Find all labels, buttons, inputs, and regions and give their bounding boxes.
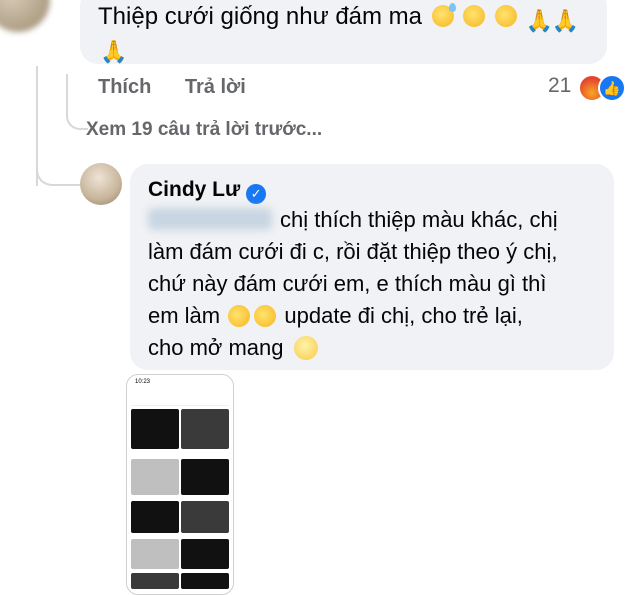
grinning-sweat-emoji-icon bbox=[431, 3, 456, 27]
reaction-count[interactable]: 21 bbox=[548, 74, 571, 98]
product-image bbox=[181, 501, 229, 533]
view-previous-replies-link[interactable]: Xem 19 câu trả lời trước... bbox=[86, 119, 322, 141]
comment-text: Thiệp cưới giống như đám ma 🙏🙏 🙏 bbox=[98, 1, 580, 64]
product-image bbox=[131, 459, 179, 495]
author-name[interactable]: Cindy Lư ✓ bbox=[148, 178, 267, 204]
pray-emoji-icon: 🙏 bbox=[525, 8, 554, 33]
product-image bbox=[181, 539, 229, 569]
avatar[interactable] bbox=[80, 163, 122, 205]
product-image bbox=[131, 501, 179, 533]
reply-connector bbox=[66, 74, 88, 130]
blurred-mention bbox=[148, 208, 272, 230]
like-icon: 👍 bbox=[598, 74, 626, 102]
phone-search-header bbox=[131, 391, 229, 406]
rofl-emoji-icon bbox=[250, 301, 280, 331]
reply-text: chị thích thiệp màu khác, chị làm đám cư… bbox=[148, 207, 558, 360]
product-image bbox=[131, 539, 179, 569]
attached-screenshot[interactable]: 10:23 bbox=[126, 374, 234, 595]
product-image bbox=[131, 409, 179, 449]
pray-emoji-icon: 🙏 bbox=[100, 39, 128, 64]
avatar[interactable] bbox=[0, 0, 50, 32]
product-image bbox=[181, 409, 229, 449]
reply-button[interactable]: Trả lời bbox=[185, 76, 246, 98]
product-image bbox=[181, 573, 229, 589]
product-image bbox=[181, 459, 229, 495]
product-image bbox=[131, 573, 179, 589]
slight-smile-emoji-icon bbox=[293, 336, 318, 360]
rofl-emoji-icon bbox=[224, 301, 254, 331]
phone-status-time: 10:23 bbox=[135, 379, 151, 385]
pray-emoji-icon: 🙏 bbox=[551, 8, 580, 33]
comment-actions: Thích Trả lời bbox=[98, 76, 274, 99]
reply-bubble: Cindy Lư ✓ chị thích thiệp màu khác, chị … bbox=[130, 164, 614, 370]
tears-of-joy-emoji-icon bbox=[463, 5, 486, 27]
verified-check-icon: ✓ bbox=[246, 184, 267, 204]
thread-connector bbox=[36, 150, 80, 186]
like-button[interactable]: Thích bbox=[98, 76, 151, 98]
comment-bubble: Thiệp cưới giống như đám ma 🙏🙏 🙏 bbox=[80, 0, 607, 64]
rofl-emoji-icon bbox=[491, 1, 521, 31]
